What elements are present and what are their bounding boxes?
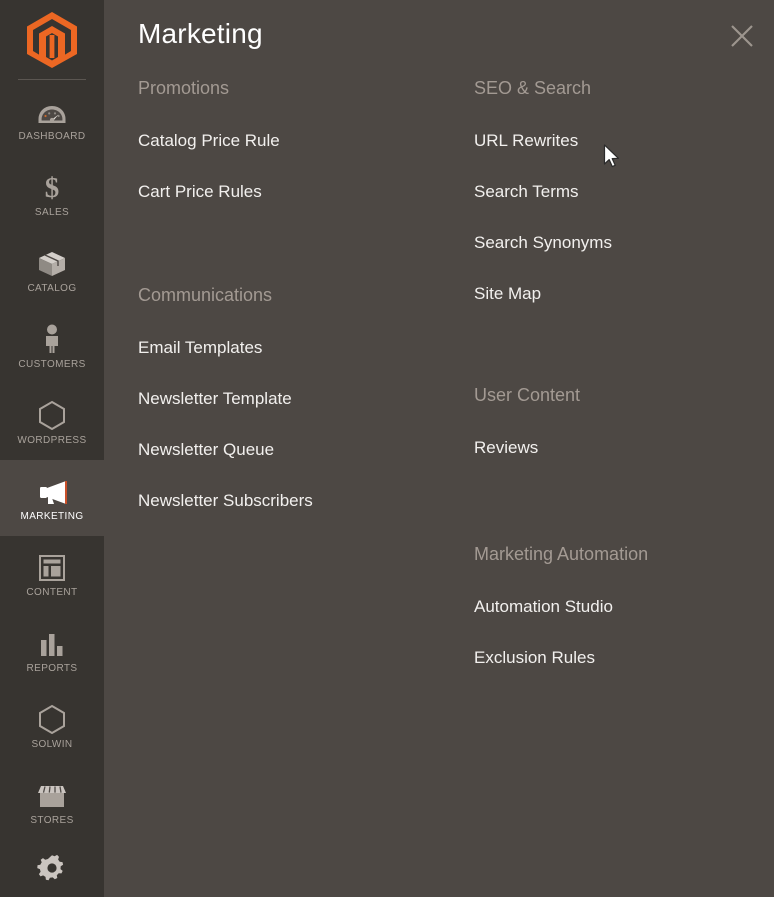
menu-group-title: SEO & Search xyxy=(474,78,592,98)
layout-grid-icon xyxy=(35,550,69,582)
menu-group-title: Communications xyxy=(138,285,273,305)
close-x-icon xyxy=(731,25,753,47)
primary-sidebar: Dashboard $ Sales Catalog xyxy=(0,0,104,897)
menu-item-email-templates[interactable]: Email Templates xyxy=(138,338,474,358)
sidebar-item-stores[interactable]: Stores xyxy=(0,764,104,840)
menu-item-exclusion-rules[interactable]: Exclusion Rules xyxy=(474,648,774,668)
sidebar-item-label: Sales xyxy=(34,207,70,218)
storefront-icon xyxy=(35,778,69,810)
sidebar-item-wordpress[interactable]: Wordpress xyxy=(0,384,104,460)
menu-group-title: Promotions xyxy=(138,78,230,98)
page-title: Marketing xyxy=(138,18,263,49)
sidebar-item-label: Reports xyxy=(26,663,78,674)
person-icon xyxy=(35,322,69,354)
bar-chart-icon xyxy=(35,626,69,658)
sidebar-item-label: Stores xyxy=(30,815,74,826)
menu-column-right: SEO & Search URL Rewrites Search Terms S… xyxy=(474,78,774,699)
menu-item-search-terms[interactable]: Search Terms xyxy=(474,182,774,202)
menu-column-left: Promotions Catalog Price Rule Cart Price… xyxy=(138,78,474,699)
menu-item-newsletter-subscribers[interactable]: Newsletter Subscribers xyxy=(138,491,474,511)
sidebar-item-label: Dashboard xyxy=(18,131,86,142)
svg-text:$: $ xyxy=(45,172,60,202)
sidebar-item-catalog[interactable]: Catalog xyxy=(0,232,104,308)
sidebar-item-dashboard[interactable]: Dashboard xyxy=(0,80,104,156)
sidebar-item-sales[interactable]: $ Sales xyxy=(0,156,104,232)
dollar-sign-icon: $ xyxy=(35,170,69,202)
close-icon[interactable] xyxy=(726,20,758,52)
column-spacer xyxy=(474,335,774,385)
column-spacer xyxy=(474,489,774,544)
hexagon-icon xyxy=(35,398,69,430)
sidebar-item-system[interactable] xyxy=(0,840,104,882)
dashboard-gauge-icon xyxy=(35,94,69,126)
box-icon xyxy=(35,246,69,278)
sidebar-item-customers[interactable]: Customers xyxy=(0,308,104,384)
menu-item-catalog-price-rule[interactable]: Catalog Price Rule xyxy=(138,131,474,151)
megaphone-icon xyxy=(35,474,69,506)
menu-group-title: Marketing Automation xyxy=(474,544,649,564)
menu-columns: Promotions Catalog Price Rule Cart Price… xyxy=(104,78,774,699)
menu-item-reviews[interactable]: Reviews xyxy=(474,438,774,458)
menu-item-newsletter-queue[interactable]: Newsletter Queue xyxy=(138,440,474,460)
sidebar-item-label: Solwin xyxy=(31,739,73,750)
menu-item-automation-studio[interactable]: Automation Studio xyxy=(474,597,774,617)
menu-item-url-rewrites[interactable]: URL Rewrites xyxy=(474,131,774,151)
menu-item-newsletter-template[interactable]: Newsletter Template xyxy=(138,389,474,409)
sidebar-item-label: Content xyxy=(26,587,78,598)
menu-group-marketing-automation: Marketing Automation Automation Studio E… xyxy=(474,544,774,668)
magento-logo[interactable] xyxy=(0,0,104,80)
magento-admin-menu-screen: Dashboard $ Sales Catalog xyxy=(0,0,774,897)
sidebar-item-reports[interactable]: Reports xyxy=(0,612,104,688)
sidebar-item-label: Marketing xyxy=(20,511,84,522)
menu-group-promotions: Promotions Catalog Price Rule Cart Price… xyxy=(138,78,474,202)
marketing-menu-panel: Marketing Promotions Catalog Price Rule … xyxy=(104,0,774,897)
sidebar-item-label: Wordpress xyxy=(17,435,87,446)
magento-logo-icon xyxy=(27,12,77,68)
sidebar-item-marketing[interactable]: Marketing xyxy=(0,460,104,536)
panel-header: Marketing xyxy=(104,0,774,78)
menu-group-seo-and-search: SEO & Search URL Rewrites Search Terms S… xyxy=(474,78,774,304)
sidebar-item-label: Customers xyxy=(18,359,86,370)
menu-group-communications: Communications Email Templates Newslette… xyxy=(138,285,474,511)
sidebar-item-solwin[interactable]: Solwin xyxy=(0,688,104,764)
hexagon-icon xyxy=(35,702,69,734)
sidebar-item-content[interactable]: Content xyxy=(0,536,104,612)
column-spacer xyxy=(138,233,474,285)
menu-item-site-map[interactable]: Site Map xyxy=(474,284,774,304)
sidebar-item-label: Catalog xyxy=(27,283,77,294)
menu-item-cart-price-rules[interactable]: Cart Price Rules xyxy=(138,182,474,202)
menu-group-user-content: User Content Reviews xyxy=(474,385,774,458)
menu-item-search-synonyms[interactable]: Search Synonyms xyxy=(474,233,774,253)
gear-icon xyxy=(35,852,69,882)
menu-group-title: User Content xyxy=(474,385,581,405)
